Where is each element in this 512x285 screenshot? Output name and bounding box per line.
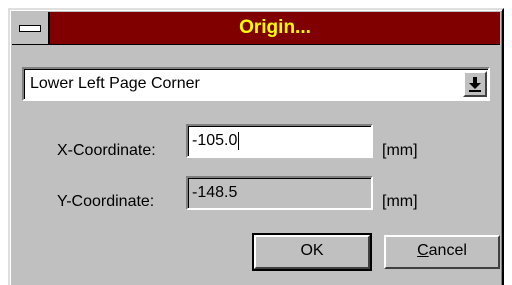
ok-button-label: OK [300,242,324,259]
y-coordinate-unit: [mm] [382,193,418,210]
origin-combobox[interactable]: Lower Left Page Corner [22,67,490,101]
cancel-button-label: ancel [428,242,467,259]
dropdown-arrow-icon [469,77,481,92]
system-menu-button[interactable] [12,12,50,44]
cancel-button[interactable]: Cancel [384,235,500,269]
y-coordinate-input[interactable]: -148.5 [186,176,373,210]
origin-combobox-value: Lower Left Page Corner [30,75,200,92]
title-bar[interactable]: Origin... [12,12,500,45]
dropdown-button[interactable] [463,71,487,97]
y-coordinate-value: -148.5 [192,184,238,201]
x-coordinate-unit: [mm] [382,142,418,159]
y-coordinate-label: Y-Coordinate: [57,193,155,210]
cancel-mnemonic: C [417,242,429,259]
dialog-title: Origin... [239,17,311,38]
ok-button[interactable]: OK [252,233,372,271]
x-coordinate-input[interactable]: -105.0 [186,124,373,158]
x-coordinate-label: X-Coordinate: [57,142,156,159]
origin-dialog: Origin... Lower Left Page Corner X-Coord… [8,8,504,285]
x-coordinate-value: -105.0 [192,132,238,149]
text-caret [238,131,240,150]
system-menu-icon [19,25,41,32]
